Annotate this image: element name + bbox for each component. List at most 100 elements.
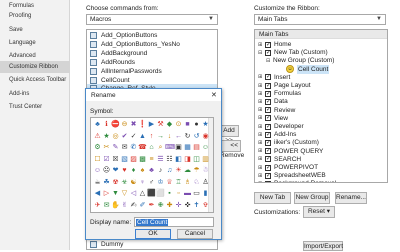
checkbox[interactable]: ✓ <box>265 123 271 130</box>
symbol-icon[interactable]: ☐ <box>93 155 102 164</box>
symbol-icon[interactable]: ♪ <box>156 166 165 175</box>
symbol-icon[interactable]: ◫ <box>192 155 201 164</box>
nav-item[interactable]: Trust Center <box>0 101 70 113</box>
symbol-icon[interactable]: ♘ <box>192 178 201 187</box>
symbol-icon[interactable]: ▦ <box>183 143 192 152</box>
symbol-icon[interactable]: ◀ <box>93 189 102 198</box>
symbol-icon[interactable]: ❗ <box>138 120 147 129</box>
symbol-icon[interactable]: ▮ <box>201 189 210 198</box>
expand-icon[interactable]: ⊞ <box>258 148 263 154</box>
symbol-icon[interactable]: ✎ <box>111 143 120 152</box>
symbol-icon[interactable]: ⚙ <box>93 143 102 152</box>
symbol-icon[interactable]: ✝ <box>192 201 201 210</box>
symbol-icon[interactable]: ✉ <box>120 143 129 152</box>
symbol-icon[interactable]: → <box>156 132 165 141</box>
symbol-icon[interactable]: ▧ <box>120 155 129 164</box>
symbol-icon[interactable]: ☎ <box>138 143 147 152</box>
symbol-icon[interactable]: ♥ <box>120 166 129 175</box>
symbol-icon[interactable]: ☂ <box>192 166 201 175</box>
nav-item[interactable]: Proofing <box>0 10 70 22</box>
choose-commands-dropdown[interactable]: Macros ▼ <box>86 14 218 25</box>
symbol-icon[interactable]: ♀ <box>138 178 147 187</box>
symbol-icon[interactable]: ▤ <box>192 143 201 152</box>
command-item[interactable]: AllInternalPasswords <box>87 67 217 76</box>
symbol-grid[interactable]: ♣ ℹ ⛔ ⊖ ✖ ❗ ▶ ⚒ ◆ ⊙ ■ ● ★ ⚠ ★ ◎ ✔ ✓ ▲ ↑ → ↓ ← ↻ ↺ ◉ ⚙ ✂ ✎ ✉ ✆ ☎ ⌂ ⌕ ⌨ ▣ ▦ ▤ ☺ ☐… <box>90 117 214 213</box>
symbol-icon[interactable]: ♖ <box>174 178 183 187</box>
symbol-icon[interactable]: ♣ <box>93 120 102 129</box>
command-item[interactable]: Dummy <box>87 240 217 249</box>
ribbon-tree-item[interactable]: ⊞✓Background Removal <box>255 179 387 182</box>
symbol-icon[interactable]: ✛ <box>174 201 183 210</box>
symbol-icon[interactable]: ⊙ <box>174 120 183 129</box>
symbol-icon[interactable]: ✜ <box>183 201 192 210</box>
customize-ribbon-dropdown[interactable]: Main Tabs ▼ <box>254 14 386 25</box>
expand-icon[interactable]: ⊞ <box>258 132 263 138</box>
command-item[interactable]: CellCount <box>87 76 217 85</box>
command-item[interactable]: AddRounds <box>87 58 217 67</box>
ok-button[interactable]: OK <box>135 229 171 239</box>
symbol-icon[interactable]: ● <box>192 120 201 129</box>
symbol-icon[interactable]: ✉ <box>102 201 111 210</box>
symbol-icon[interactable]: ⛔ <box>111 120 120 129</box>
symbol-icon[interactable]: ▣ <box>174 143 183 152</box>
symbol-icon[interactable]: ☃ <box>201 166 210 175</box>
checkbox[interactable]: ✓ <box>265 172 271 179</box>
checkbox[interactable]: ✓ <box>265 90 271 97</box>
expand-icon[interactable]: ⊞ <box>258 42 263 48</box>
display-name-input[interactable]: Cell Count <box>134 217 214 227</box>
symbol-icon[interactable]: ✆ <box>129 143 138 152</box>
symbol-icon[interactable]: ⌕ <box>156 143 165 152</box>
expand-icon[interactable]: ⊞ <box>258 91 263 97</box>
symbol-icon[interactable]: ⚠ <box>93 132 102 141</box>
symbol-icon[interactable]: ■ <box>183 120 192 129</box>
symbol-icon[interactable]: ↓ <box>165 132 174 141</box>
symbol-icon[interactable]: ✐ <box>138 201 147 210</box>
symbol-icon[interactable]: ❤ <box>111 166 120 175</box>
expand-icon[interactable]: ⊞ <box>258 99 263 105</box>
symbol-icon[interactable]: ✒ <box>147 201 156 210</box>
symbol-icon[interactable]: ☺ <box>93 166 102 175</box>
checkbox[interactable]: ✓ <box>265 131 271 138</box>
symbol-icon[interactable]: ♗ <box>183 178 192 187</box>
symbol-icon[interactable]: ☀ <box>174 166 183 175</box>
checkbox[interactable]: ✓ <box>265 98 271 105</box>
symbol-icon[interactable]: ✔ <box>120 132 129 141</box>
symbol-icon[interactable]: ☑ <box>102 155 111 164</box>
close-icon[interactable]: ✕ <box>211 91 217 99</box>
symbol-icon[interactable]: ✋ <box>111 201 120 210</box>
symbol-icon[interactable]: ⬜ <box>156 189 165 198</box>
expand-icon[interactable]: ⊞ <box>258 115 263 121</box>
symbol-icon[interactable]: ✍ <box>129 201 138 210</box>
expand-icon[interactable]: ⊞ <box>258 74 263 80</box>
symbol-icon[interactable]: ♣ <box>147 166 156 175</box>
expand-icon[interactable]: ⊟ <box>258 50 263 56</box>
symbol-icon[interactable]: ▨ <box>129 155 138 164</box>
symbol-icon[interactable]: ♫ <box>165 166 174 175</box>
symbol-icon[interactable]: ⌂ <box>147 143 156 152</box>
ribbon-tree[interactable]: Main Tabs ⊞ ✓ Home ⊟ ✓ New Tab (Custom) ⊟ New G… <box>254 29 388 183</box>
symbol-icon[interactable]: ▬ <box>183 189 192 198</box>
symbol-icon[interactable]: ▶ <box>147 120 156 129</box>
add-button[interactable]: Add >> <box>219 125 239 144</box>
symbol-icon[interactable]: ☣ <box>120 178 129 187</box>
checkbox[interactable]: ✓ <box>265 41 271 48</box>
symbol-icon[interactable]: ♦ <box>129 166 138 175</box>
symbol-icon[interactable]: ✞ <box>201 201 210 210</box>
symbol-icon[interactable]: ⬛ <box>147 189 156 198</box>
reset-button[interactable]: Reset ▾ <box>303 206 335 218</box>
symbol-icon[interactable]: ♕ <box>165 178 174 187</box>
symbol-icon[interactable]: ← <box>174 132 183 141</box>
command-item[interactable]: Add_OptionButtons_YesNo <box>87 40 217 49</box>
symbol-icon[interactable]: ⚒ <box>156 120 165 129</box>
symbol-icon[interactable]: ☕ <box>93 178 102 187</box>
symbol-icon[interactable]: ✂ <box>102 143 111 152</box>
expand-icon[interactable]: ⊞ <box>258 107 263 113</box>
new-group-button[interactable]: New Group <box>294 192 330 204</box>
symbol-icon[interactable]: ↑ <box>147 132 156 141</box>
rename-button[interactable]: Rename... <box>335 192 367 204</box>
expand-icon[interactable]: ⊞ <box>258 156 263 162</box>
symbol-icon[interactable]: ◆ <box>165 120 174 129</box>
symbol-icon[interactable]: ℹ <box>102 120 111 129</box>
symbol-icon[interactable]: ☹ <box>102 166 111 175</box>
nav-item[interactable]: Add-ins <box>0 88 70 100</box>
